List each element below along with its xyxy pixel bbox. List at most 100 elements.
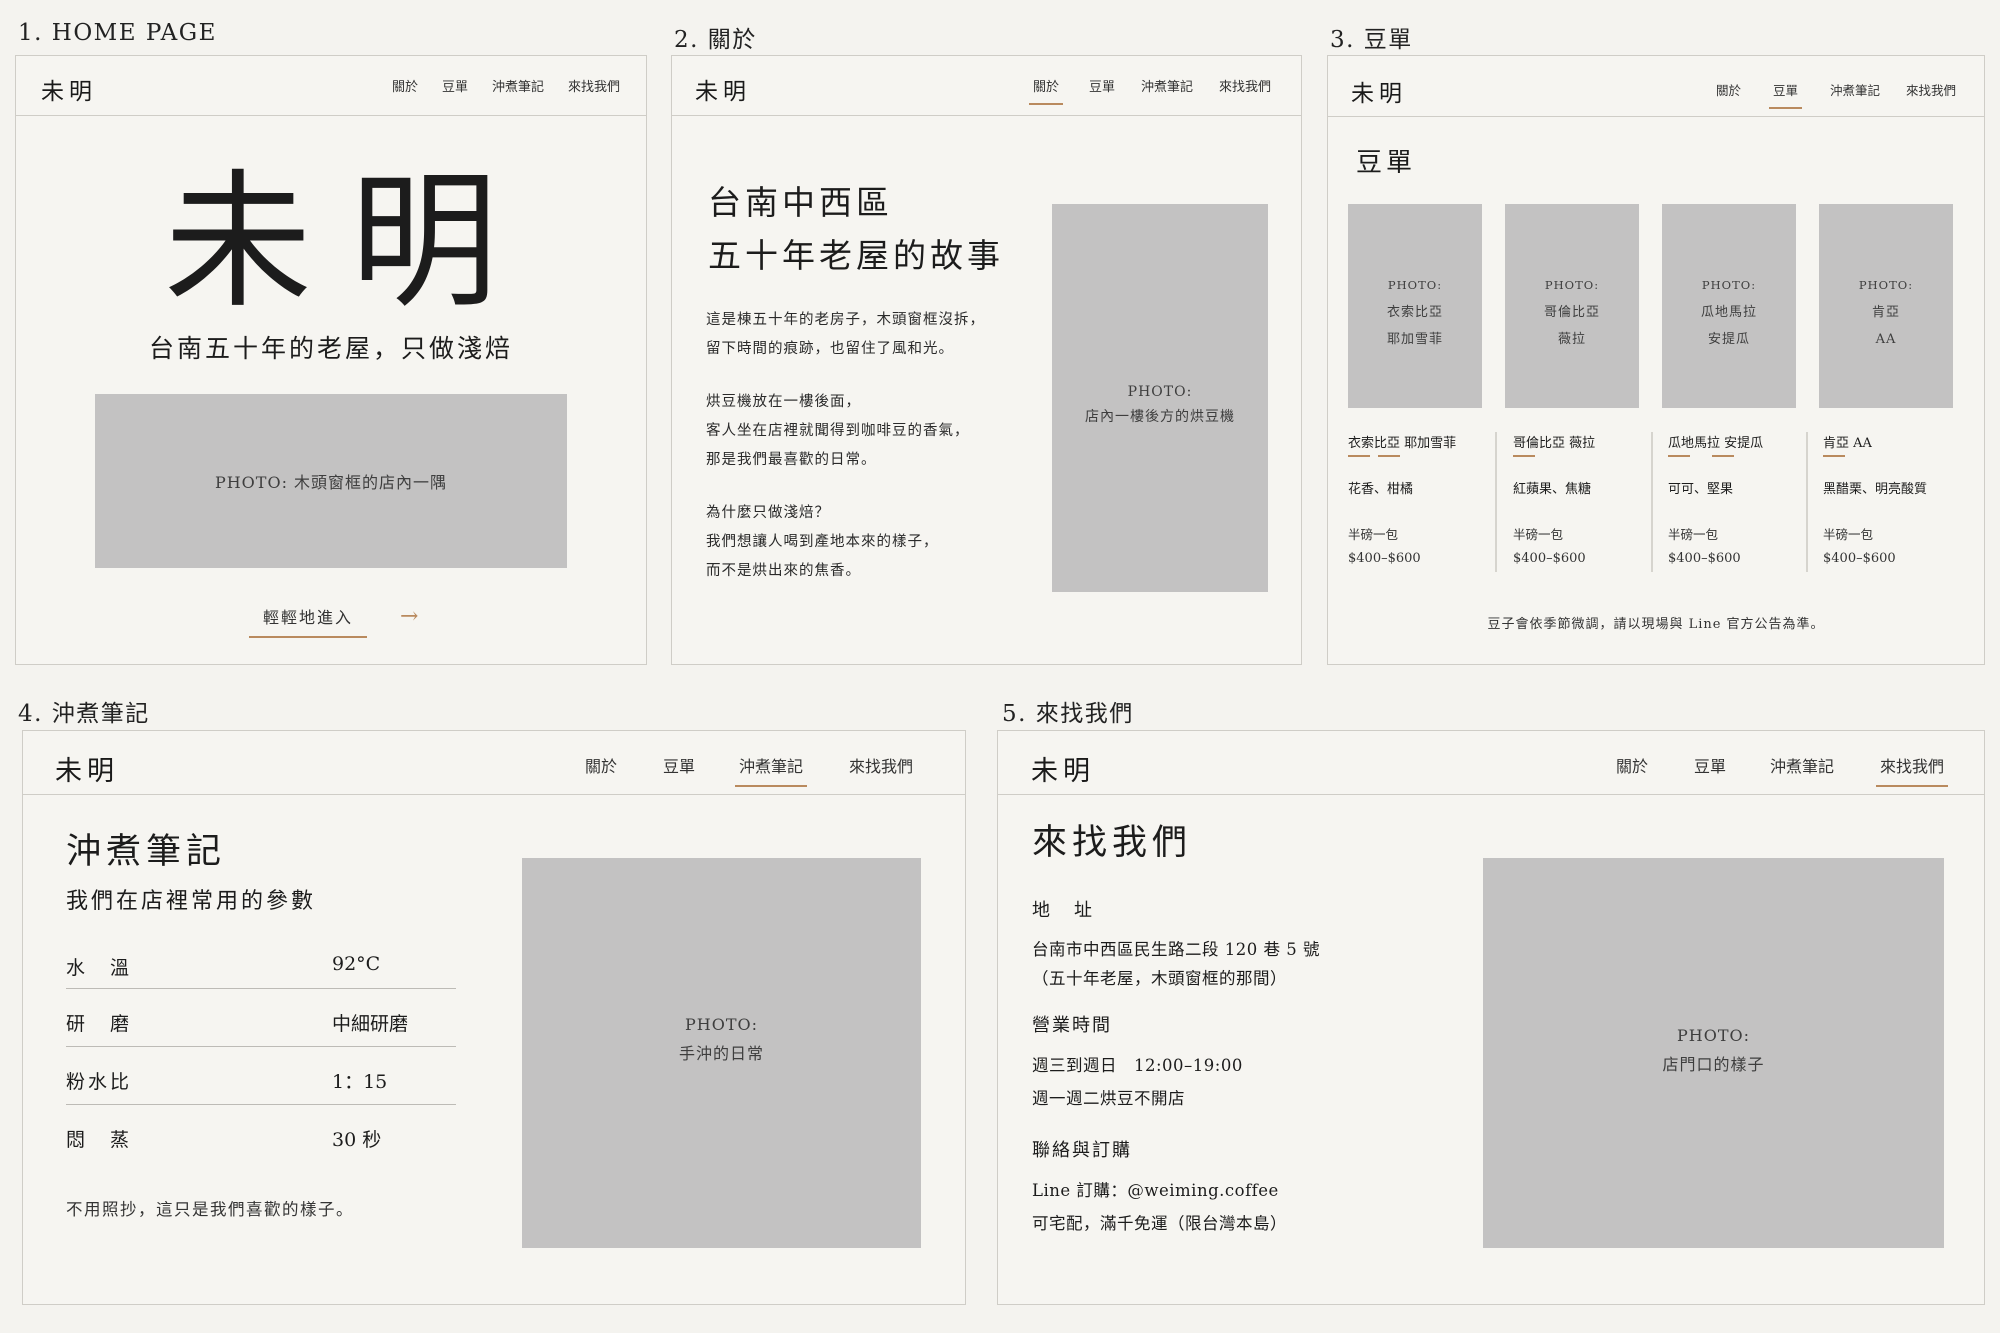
nav-item-beans[interactable]: 豆單 bbox=[1694, 753, 1726, 777]
param-label: 研 磨 bbox=[66, 1013, 133, 1035]
about-paragraph: 這是棟五十年的老房子，木頭窗框沒拆， 留下時間的痕跡，也留住了風和光。 bbox=[706, 312, 985, 357]
enter-link[interactable]: 輕輕地進入 bbox=[249, 604, 368, 638]
accent-underline bbox=[1712, 455, 1734, 457]
bean-size: 半磅一包 bbox=[1348, 527, 1399, 542]
nav-item-brew-notes[interactable]: 沖煮筆記 bbox=[734, 753, 808, 787]
contact-label: 聯絡與訂購 bbox=[1032, 1140, 1132, 1161]
bean-notes: 紅蘋果、焦糖 bbox=[1513, 482, 1592, 497]
bean-size: 半磅一包 bbox=[1513, 527, 1564, 542]
about-body: 這是棟五十年的老房子，木頭窗框沒拆， 留下時間的痕跡，也留住了風和光。 烘豆機放… bbox=[706, 306, 985, 586]
bean-price: $400–$600 bbox=[1513, 551, 1586, 566]
accent-underline bbox=[1823, 455, 1845, 457]
contact-page-frame: 未明 關於 豆單 沖煮筆記 來找我們 來找我們 地 址 台南市中西區民生路二段 … bbox=[997, 730, 1985, 1305]
nav-item-brew-notes[interactable]: 沖煮筆記 bbox=[492, 76, 544, 95]
brew-notes-footnote: 不用照抄，這只是我們喜歡的樣子。 bbox=[66, 1200, 354, 1219]
bean-card[interactable]: PHOTO: 肯亞 AA bbox=[1819, 204, 1953, 408]
photo-placeholder-shop-corner: PHOTO: 木頭窗框的店內一隅 bbox=[95, 394, 567, 568]
nav-item-about[interactable]: 關於 bbox=[392, 76, 418, 95]
main-nav: 關於 豆單 沖煮筆記 來找我們 bbox=[585, 753, 913, 787]
param-row: 水 溫 92°C bbox=[66, 931, 456, 989]
nav-item-beans[interactable]: 豆單 bbox=[1089, 76, 1115, 95]
nav-item-contact[interactable]: 來找我們 bbox=[1906, 80, 1956, 99]
home-page-frame: 未明 關於 豆單 沖煮筆記 來找我們 未明 台南五十年的老屋，只做淺焙 PHOT… bbox=[15, 55, 647, 665]
nav-item-contact[interactable]: 來找我們 bbox=[568, 76, 620, 95]
param-label: 水 溫 bbox=[66, 957, 133, 979]
beans-heading: 豆單 bbox=[1356, 148, 1417, 178]
address-label: 地 址 bbox=[1032, 900, 1095, 921]
nav-item-contact[interactable]: 來找我們 bbox=[849, 753, 913, 777]
brew-params-table: 水 溫 92°C 研 磨 中細研磨 粉水比 1：15 悶 蒸 30 秒 bbox=[66, 931, 456, 1163]
bean-card[interactable]: PHOTO: 衣索比亞 耶加雪菲 bbox=[1348, 204, 1482, 408]
nav-item-brew-notes[interactable]: 沖煮筆記 bbox=[1770, 753, 1834, 777]
bean-price: $400–$600 bbox=[1668, 551, 1741, 566]
nav-item-beans[interactable]: 豆單 bbox=[442, 76, 468, 95]
nav-item-brew-notes[interactable]: 沖煮筆記 bbox=[1141, 76, 1193, 95]
hours-text: 週三到週日 12:00–19:00 週一週二烘豆不開店 bbox=[1032, 1056, 1243, 1108]
bean-card[interactable]: PHOTO: 哥倫比亞 薇拉 bbox=[1505, 204, 1639, 408]
brew-notes-subheading: 我們在店裡常用的參數 bbox=[66, 889, 317, 914]
nav-item-about[interactable]: 關於 bbox=[1716, 80, 1741, 99]
bean-notes: 花香、柑橘 bbox=[1348, 482, 1414, 497]
about-page-frame: 未明 關於 豆單 沖煮筆記 來找我們 台南中西區 五十年老屋的故事 這是棟五十年… bbox=[671, 55, 1302, 665]
nav-item-contact[interactable]: 來找我們 bbox=[1875, 753, 1949, 787]
contact-text: Line 訂購：@weiming.coffee 可宅配，滿千免運（限台灣本島） bbox=[1032, 1174, 1287, 1240]
param-value: 92°C bbox=[332, 953, 381, 975]
bean-price: $400–$600 bbox=[1348, 551, 1421, 566]
bean-name: 瓜地馬拉 安提瓜 bbox=[1668, 436, 1764, 451]
hero-title: 未明 bbox=[164, 156, 536, 328]
beans-footnote: 豆子會依季節微調，請以現場與 Line 官方公告為準。 bbox=[1487, 617, 1825, 632]
panel-title-contact: 5. 來找我們 bbox=[1002, 701, 1134, 727]
about-paragraph: 烘豆機放在一樓後面， 客人坐在店裡就聞得到咖啡豆的香氣， 那是我們最喜歡的日常。 bbox=[706, 394, 970, 468]
about-heading: 台南中西區 五十年老屋的故事 bbox=[708, 183, 1004, 275]
panel-title-brew-notes: 4. 沖煮筆記 bbox=[18, 701, 150, 727]
param-row: 粉水比 1：15 bbox=[66, 1047, 456, 1105]
param-value: 中細研磨 bbox=[332, 1013, 409, 1035]
param-row: 研 磨 中細研磨 bbox=[66, 989, 456, 1047]
site-header: 未明 關於 豆單 沖煮筆記 來找我們 bbox=[672, 56, 1301, 116]
nav-item-about[interactable]: 關於 bbox=[1028, 76, 1063, 105]
nav-item-brew-notes[interactable]: 沖煮筆記 bbox=[1830, 80, 1880, 99]
bean-price: $400–$600 bbox=[1823, 551, 1896, 566]
bean-notes: 可可、堅果 bbox=[1668, 482, 1734, 497]
photo-placeholder-roaster: PHOTO: 店內一樓後方的烘豆機 bbox=[1052, 204, 1268, 592]
site-logo[interactable]: 未明 bbox=[41, 72, 97, 106]
panel-title-beans: 3. 豆單 bbox=[1330, 27, 1413, 53]
nav-item-contact[interactable]: 來找我們 bbox=[1219, 76, 1271, 95]
main-nav: 關於 豆單 沖煮筆記 來找我們 bbox=[1616, 753, 1949, 787]
accent-underline bbox=[1668, 455, 1690, 457]
site-header: 未明 關於 豆單 沖煮筆記 來找我們 bbox=[16, 56, 646, 116]
arrow-right-icon[interactable]: → bbox=[400, 604, 418, 629]
main-nav: 關於 豆單 沖煮筆記 來找我們 bbox=[1028, 76, 1271, 105]
beans-page-frame: 未明 關於 豆單 沖煮筆記 來找我們 豆單 PHOTO: 衣索比亞 耶加雪菲 衣… bbox=[1327, 55, 1985, 665]
site-logo[interactable]: 未明 bbox=[1351, 74, 1407, 108]
param-label: 悶 蒸 bbox=[66, 1129, 133, 1151]
column-divider bbox=[1495, 432, 1497, 572]
site-header: 未明 關於 豆單 沖煮筆記 來找我們 bbox=[1328, 56, 1984, 117]
hours-label: 營業時間 bbox=[1032, 1015, 1112, 1036]
param-value: 1：15 bbox=[332, 1071, 388, 1093]
nav-item-about[interactable]: 關於 bbox=[585, 753, 617, 777]
site-logo[interactable]: 未明 bbox=[55, 749, 119, 788]
column-divider bbox=[1651, 432, 1653, 572]
accent-underline bbox=[1513, 455, 1535, 457]
main-nav: 關於 豆單 沖煮筆記 來找我們 bbox=[392, 76, 620, 95]
param-label: 粉水比 bbox=[66, 1071, 133, 1093]
photo-placeholder-storefront: PHOTO: 店門口的樣子 bbox=[1483, 858, 1944, 1248]
site-header: 未明 關於 豆單 沖煮筆記 來找我們 bbox=[998, 731, 1984, 795]
nav-item-beans[interactable]: 豆單 bbox=[663, 753, 695, 777]
line-account-link[interactable]: Line 訂購：@weiming.coffee bbox=[1032, 1174, 1287, 1207]
bean-card[interactable]: PHOTO: 瓜地馬拉 安提瓜 bbox=[1662, 204, 1796, 408]
hero-subtitle: 台南五十年的老屋，只做淺焙 bbox=[148, 334, 513, 363]
nav-item-about[interactable]: 關於 bbox=[1616, 753, 1648, 777]
site-logo[interactable]: 未明 bbox=[1031, 749, 1095, 788]
site-logo[interactable]: 未明 bbox=[695, 72, 751, 106]
column-divider bbox=[1806, 432, 1808, 572]
bean-name: 肯亞 AA bbox=[1823, 436, 1872, 451]
address-text: 台南市中西區民生路二段 120 巷 5 號 （五十年老屋，木頭窗框的那間） bbox=[1032, 940, 1320, 988]
brew-notes-heading: 沖煮筆記 bbox=[66, 832, 227, 872]
photo-placeholder-pour-over: PHOTO: 手沖的日常 bbox=[522, 858, 921, 1248]
bean-notes: 黑醋栗、明亮酸質 bbox=[1823, 482, 1928, 497]
nav-item-beans[interactable]: 豆單 bbox=[1768, 80, 1802, 109]
brew-notes-page-frame: 未明 關於 豆單 沖煮筆記 來找我們 沖煮筆記 我們在店裡常用的參數 水 溫 9… bbox=[22, 730, 966, 1305]
bean-size: 半磅一包 bbox=[1823, 527, 1874, 542]
